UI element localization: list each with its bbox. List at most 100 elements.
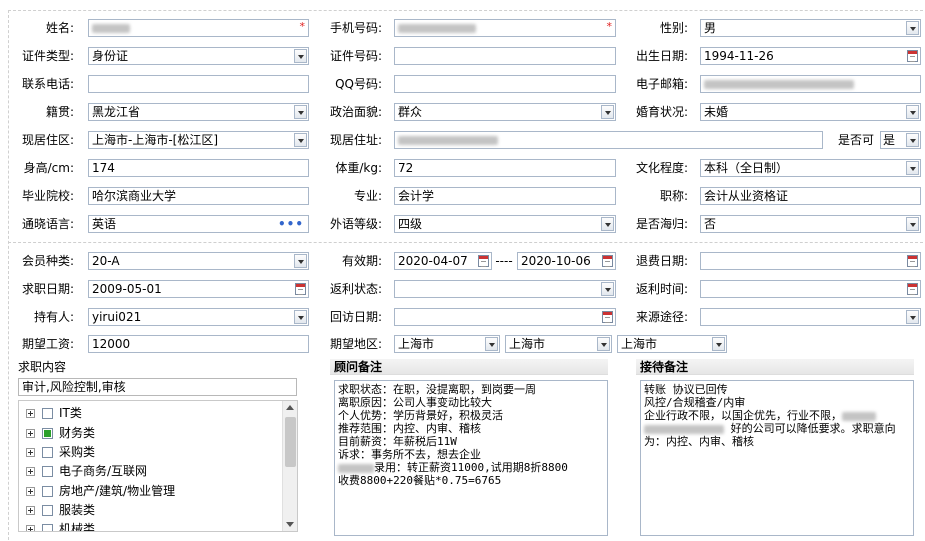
- chevron-down-icon[interactable]: [485, 337, 498, 351]
- tree-item-apparel[interactable]: 服装类: [19, 500, 281, 520]
- job-content-input[interactable]: 审计,风险控制,审核: [18, 378, 297, 396]
- checkbox-icon[interactable]: [42, 505, 53, 516]
- native-place-select[interactable]: 黑龙江省: [88, 103, 309, 121]
- calendar-icon[interactable]: [602, 311, 613, 323]
- scroll-thumb[interactable]: [285, 417, 296, 467]
- returnee-select[interactable]: 否: [700, 215, 921, 233]
- tree-item-it[interactable]: IT类: [19, 403, 281, 423]
- calendar-icon[interactable]: [478, 255, 489, 267]
- calendar-icon[interactable]: [602, 255, 613, 267]
- chevron-down-icon[interactable]: [294, 133, 307, 147]
- validity-start-input[interactable]: 2020-04-07: [394, 252, 492, 270]
- plus-box-icon[interactable]: [26, 525, 35, 531]
- chevron-down-icon[interactable]: [294, 254, 307, 268]
- tree-item-finance[interactable]: 财务类: [19, 423, 281, 443]
- chevron-down-icon[interactable]: [712, 337, 725, 351]
- id-number-input[interactable]: [394, 47, 616, 65]
- checkbox-icon[interactable]: [42, 466, 53, 477]
- member-type-select[interactable]: 20-A: [88, 252, 309, 270]
- tree-item-ecommerce[interactable]: 电子商务/互联网: [19, 461, 281, 481]
- chevron-down-icon[interactable]: [597, 337, 610, 351]
- source-select[interactable]: [700, 308, 921, 326]
- chevron-down-icon[interactable]: [906, 105, 919, 119]
- tree-item-purchasing[interactable]: 采购类: [19, 442, 281, 462]
- expected-salary-input[interactable]: 12000: [88, 335, 309, 353]
- chevron-down-icon[interactable]: [906, 217, 919, 231]
- chevron-down-icon[interactable]: [906, 161, 919, 175]
- checkbox-icon[interactable]: [42, 428, 53, 439]
- holder-select[interactable]: yirui021: [88, 308, 309, 326]
- plus-box-icon[interactable]: [26, 409, 35, 418]
- height-input[interactable]: 174: [88, 159, 309, 177]
- redacted-text: [398, 24, 476, 33]
- calendar-icon[interactable]: [907, 283, 918, 295]
- plus-box-icon[interactable]: [26, 429, 35, 438]
- contact-phone-input[interactable]: [88, 75, 309, 93]
- plus-box-icon[interactable]: [26, 506, 35, 515]
- email-input[interactable]: [700, 75, 921, 93]
- chevron-down-icon[interactable]: [906, 133, 919, 147]
- chevron-down-icon[interactable]: [294, 49, 307, 63]
- scroll-down-icon[interactable]: [286, 522, 294, 527]
- can-select[interactable]: 是: [880, 131, 921, 149]
- chevron-down-icon[interactable]: [601, 217, 614, 231]
- checkbox-icon[interactable]: [42, 408, 53, 419]
- tree-item-machinery[interactable]: 机械类: [19, 519, 281, 531]
- ellipsis-icon[interactable]: •••: [278, 216, 304, 232]
- validity-end-input[interactable]: 2020-10-06: [517, 252, 616, 270]
- plus-box-icon[interactable]: [26, 448, 35, 457]
- revisit-date-input[interactable]: [394, 308, 616, 326]
- reception-notes-textarea[interactable]: 转账 协议已回传 风控/合规稽查/内审 企业行政不限，以国企优先，行业不限， 好…: [640, 380, 914, 536]
- expected-area-city-select[interactable]: 上海市: [505, 335, 612, 353]
- marital-status-select[interactable]: 未婚: [700, 103, 921, 121]
- current-area-select[interactable]: 上海市-上海市-[松江区]: [88, 131, 309, 149]
- job-seek-date-input[interactable]: 2009-05-01: [88, 280, 309, 298]
- gender-select[interactable]: 男: [700, 19, 921, 37]
- refund-date-input[interactable]: [700, 252, 921, 270]
- current-address-input[interactable]: [394, 131, 823, 149]
- section-divider: [8, 242, 923, 243]
- professional-title-input[interactable]: 会计从业资格证: [700, 187, 921, 205]
- redacted-text: [92, 24, 130, 33]
- calendar-icon[interactable]: [907, 255, 918, 267]
- name-input[interactable]: *: [88, 19, 309, 37]
- checkbox-icon[interactable]: [42, 524, 53, 531]
- chevron-down-icon[interactable]: [601, 105, 614, 119]
- qq-input[interactable]: [394, 75, 616, 93]
- job-category-tree[interactable]: IT类 财务类 采购类 电子商务/互联网 房地产/建筑/物业管理 服装类 机械类: [18, 400, 298, 532]
- calendar-icon[interactable]: [295, 283, 306, 295]
- foreign-level-select[interactable]: 四级: [394, 215, 616, 233]
- education-select[interactable]: 本科（全日制）: [700, 159, 921, 177]
- scroll-up-icon[interactable]: [286, 405, 294, 410]
- major-input[interactable]: 会计学: [394, 187, 616, 205]
- id-type-label: 证件类型:: [21, 49, 74, 63]
- language-picker[interactable]: 英语 •••: [88, 215, 309, 233]
- chevron-down-icon[interactable]: [601, 282, 614, 296]
- expected-area-province-select[interactable]: 上海市: [394, 335, 500, 353]
- expected-area-district-select[interactable]: 上海市: [617, 335, 727, 353]
- height-label: 身高/cm:: [23, 161, 74, 175]
- tree-scrollbar[interactable]: [282, 401, 297, 531]
- political-status-select[interactable]: 群众: [394, 103, 616, 121]
- chevron-down-icon[interactable]: [906, 310, 919, 324]
- school-label: 毕业院校:: [21, 189, 74, 203]
- checkbox-icon[interactable]: [42, 486, 53, 497]
- rebate-time-input[interactable]: [700, 280, 921, 298]
- plus-box-icon[interactable]: [26, 467, 35, 476]
- chevron-down-icon[interactable]: [294, 105, 307, 119]
- id-type-select[interactable]: 身份证: [88, 47, 309, 65]
- plus-box-icon[interactable]: [26, 487, 35, 496]
- phone-input[interactable]: *: [394, 19, 616, 37]
- tree-item-real-estate[interactable]: 房地产/建筑/物业管理: [19, 481, 281, 501]
- chevron-down-icon[interactable]: [906, 21, 919, 35]
- name-label: 姓名:: [45, 21, 74, 35]
- rebate-status-select[interactable]: [394, 280, 616, 298]
- chevron-down-icon[interactable]: [294, 310, 307, 324]
- school-input[interactable]: 哈尔滨商业大学: [88, 187, 309, 205]
- birth-date-input[interactable]: 1994-11-26: [700, 47, 921, 65]
- checkbox-icon[interactable]: [42, 447, 53, 458]
- weight-input[interactable]: 72: [394, 159, 616, 177]
- holder-label: 持有人:: [33, 310, 74, 324]
- calendar-icon[interactable]: [907, 50, 918, 62]
- consultant-notes-textarea[interactable]: 求职状态：在职，没提离职，到岗要一周 离职原因：公司人事变动比较大 个人优势：学…: [334, 380, 608, 536]
